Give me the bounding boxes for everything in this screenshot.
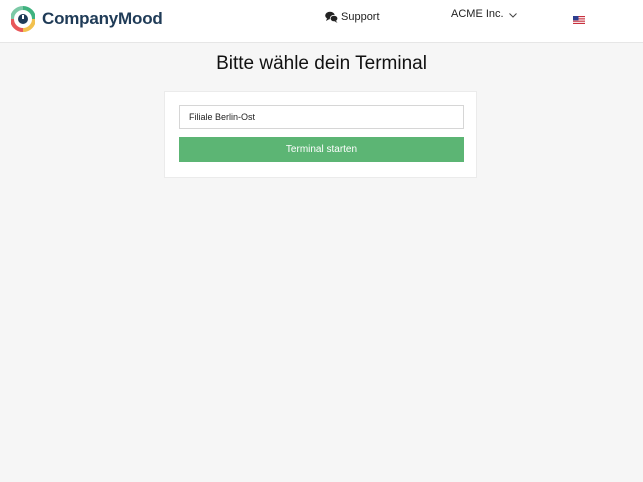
top-navbar: CompanyMood Support ACME Inc. [0, 0, 643, 43]
chevron-down-icon [508, 13, 517, 18]
start-terminal-button[interactable]: Terminal starten [179, 137, 464, 162]
support-link[interactable]: Support [325, 11, 380, 23]
chat-bubbles-icon [325, 11, 338, 23]
terminal-input[interactable] [179, 105, 464, 129]
company-label: ACME Inc. [451, 8, 504, 20]
us-flag-icon[interactable] [573, 16, 585, 24]
companymood-logo-icon[interactable] [11, 6, 35, 32]
terminal-card: Terminal starten [164, 91, 477, 178]
brand-name[interactable]: CompanyMood [42, 9, 163, 29]
page-title: Bitte wähle dein Terminal [216, 53, 427, 74]
company-dropdown[interactable]: ACME Inc. [451, 8, 517, 20]
support-label: Support [341, 11, 380, 23]
